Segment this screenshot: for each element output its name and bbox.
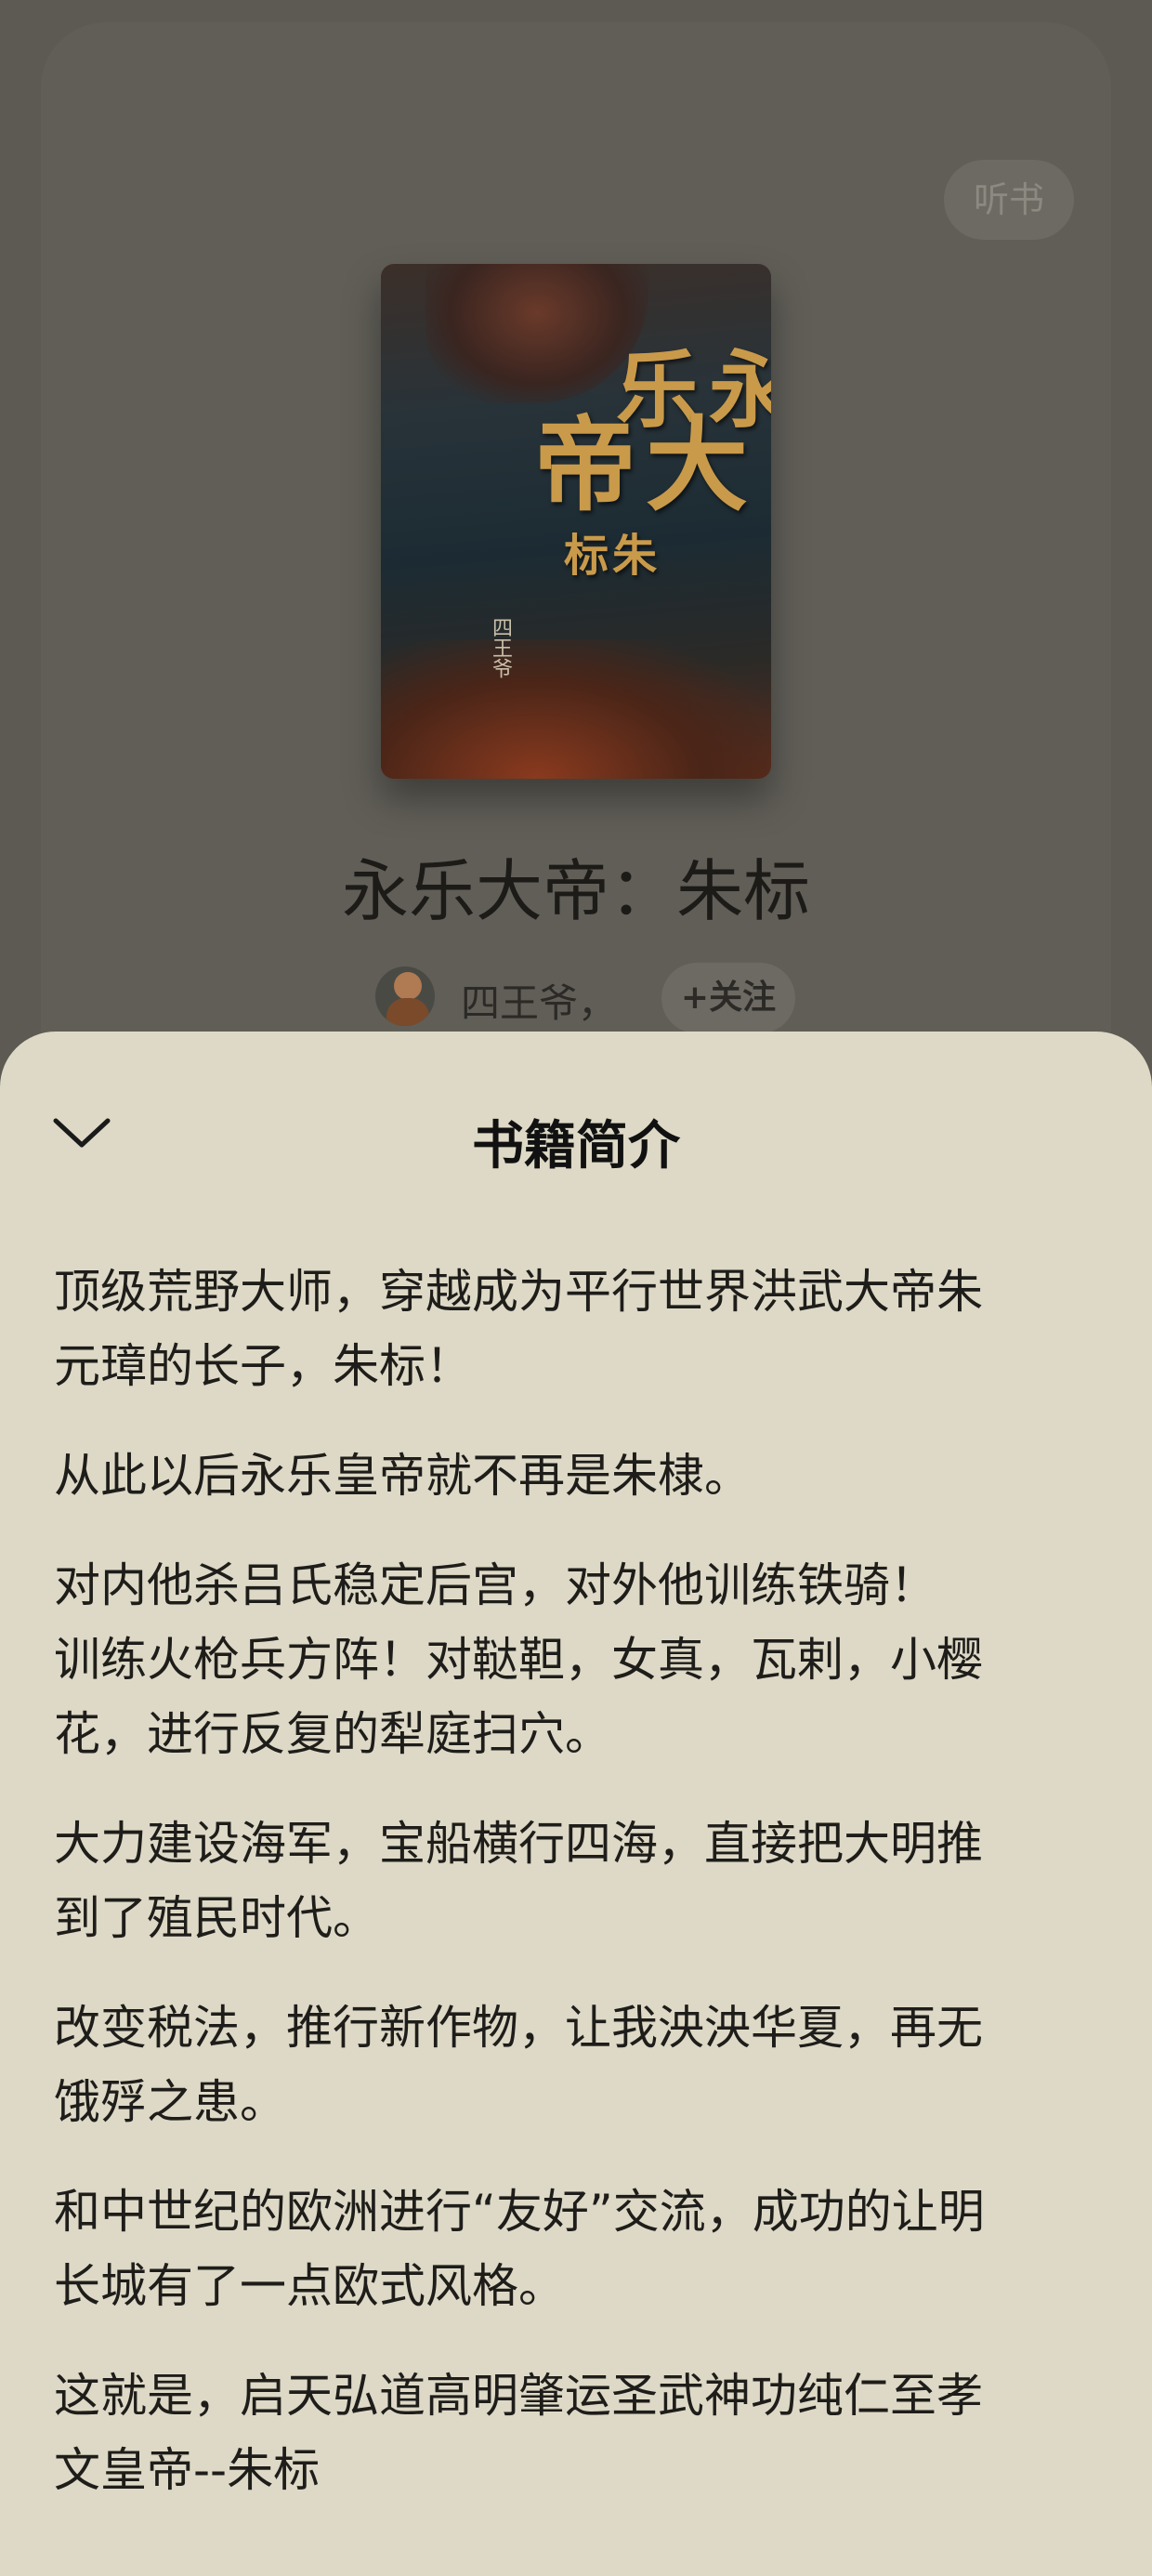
intro-paragraph: 改变税法，推行新作物，让我泱泱华夏，再无 饿殍之患。 bbox=[54, 1991, 1098, 2139]
book-title: 永乐大帝：朱标 bbox=[341, 852, 810, 930]
cover-author: 四王爷 bbox=[489, 617, 512, 678]
intro-line: 大力建设海军，宝船横行四海，直接把大明推 bbox=[54, 1817, 983, 1871]
follow-button[interactable]: +关注 bbox=[661, 963, 795, 1033]
intro-paragraph: 大力建设海军，宝船横行四海，直接把大明推 到了殖民时代。 bbox=[54, 1807, 1098, 1955]
intro-line: 花，进行反复的犁庭扫穴。 bbox=[54, 1707, 611, 1761]
intro-line: 到了殖民时代。 bbox=[54, 1891, 379, 1945]
intro-line: 训练火枪兵方阵！对鞑靼，女真，瓦剌，小樱 bbox=[54, 1633, 983, 1687]
intro-text: 顶级荒野大师，穿越成为平行世界洪武大帝朱 元璋的长子，朱标！ 从此以后永乐皇帝就… bbox=[54, 1255, 1098, 2543]
intro-line: 对内他杀吕氏稳定后宫，对外他训练铁骑！ bbox=[54, 1558, 936, 1612]
intro-paragraph: 从此以后永乐皇帝就不再是朱棣。 bbox=[54, 1439, 1098, 1513]
intro-line: 改变税法，推行新作物，让我泱泱华夏，再无 bbox=[54, 2001, 983, 2055]
intro-paragraph: 和中世纪的欧洲进行“友好”交流，成功的让明 长城有了一点欧式风格。 bbox=[54, 2175, 1098, 2323]
intro-line: 元璋的长子，朱标！ bbox=[54, 1339, 472, 1393]
author-row: 四王爷， +关注 bbox=[375, 963, 840, 1041]
sheet-title: 书籍简介 bbox=[472, 1116, 680, 1176]
cover-title-part-2: 大帝 bbox=[517, 411, 748, 513]
intro-paragraph: 对内他杀吕氏稳定后宫，对外他训练铁骑！ 训练火枪兵方阵！对鞑靼，女真，瓦剌，小樱… bbox=[54, 1548, 1098, 1771]
cover-art-fire bbox=[381, 639, 771, 779]
intro-line: 顶级荒野大师，穿越成为平行世界洪武大帝朱 bbox=[54, 1265, 983, 1319]
intro-line: 和中世纪的欧洲进行“友好”交流，成功的让明 bbox=[54, 2185, 985, 2239]
intro-line: 长城有了一点欧式风格。 bbox=[54, 2259, 565, 2313]
sheet-header: 书籍简介 bbox=[0, 1032, 1152, 1176]
intro-paragraph: 这就是，启天弘道高明肇运圣武神功纯仁至孝 文皇帝--朱标 bbox=[54, 2359, 1098, 2507]
avatar[interactable] bbox=[375, 966, 435, 1026]
book-cover[interactable]: 永乐 大帝 朱标 四王爷 bbox=[381, 264, 771, 779]
avatar-body bbox=[386, 998, 429, 1026]
intro-bottom-sheet: 书籍简介 顶级荒野大师，穿越成为平行世界洪武大帝朱 元璋的长子，朱标！ 从此以后… bbox=[0, 1032, 1152, 2576]
intro-paragraph: 顶级荒野大师，穿越成为平行世界洪武大帝朱 元璋的长子，朱标！ bbox=[54, 1255, 1098, 1403]
intro-line: 饿殍之患。 bbox=[54, 2075, 286, 2129]
avatar-face bbox=[394, 972, 422, 1000]
intro-line: 从此以后永乐皇帝就不再是朱棣。 bbox=[54, 1449, 751, 1503]
intro-line: 文皇帝--朱标 bbox=[54, 2443, 321, 2497]
intro-line: 这就是，启天弘道高明肇运圣武神功纯仁至孝 bbox=[54, 2369, 983, 2423]
cover-subtitle: 朱标 bbox=[556, 532, 656, 576]
author-name[interactable]: 四王爷， bbox=[461, 972, 617, 1029]
listen-button[interactable]: 听书 bbox=[944, 160, 1074, 240]
